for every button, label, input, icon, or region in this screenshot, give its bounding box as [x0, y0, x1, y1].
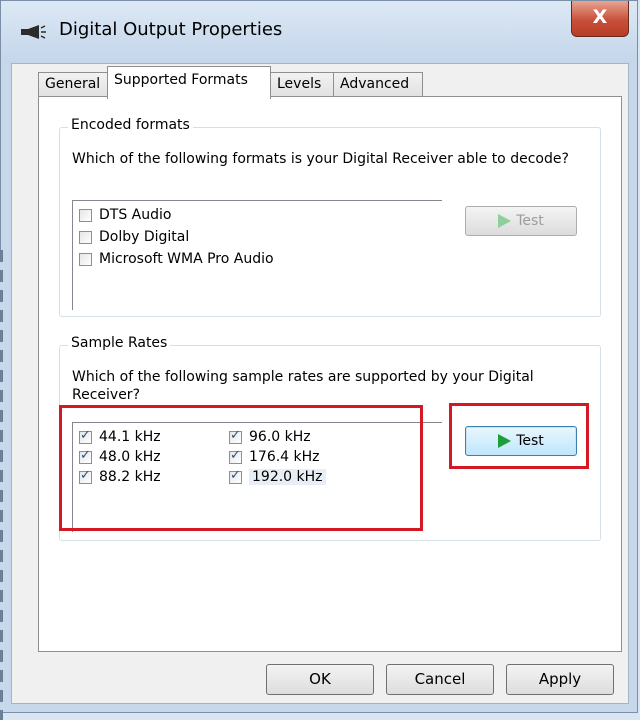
properties-dialog: Digital Output Properties X General Supp…	[0, 0, 638, 713]
sample-rates-list: 44.1 kHz 48.0 kHz 88.2 kHz 96.0 kHz	[72, 422, 442, 532]
checkbox[interactable]	[79, 208, 92, 222]
checkbox-checked[interactable]	[229, 428, 242, 444]
rate-96-0[interactable]: 96.0 kHz	[229, 427, 311, 447]
format-item-wma-pro[interactable]: Microsoft WMA Pro Audio	[79, 249, 274, 269]
play-icon	[498, 214, 512, 228]
tab-supported-formats[interactable]: Supported Formats	[107, 66, 271, 99]
checkbox-checked[interactable]	[79, 468, 92, 484]
encoded-formats-description: Which of the following formats is your D…	[72, 151, 569, 167]
format-item-dts[interactable]: DTS Audio	[79, 205, 171, 225]
play-icon	[498, 434, 512, 448]
supported-formats-page: Encoded formats Which of the following f…	[38, 96, 622, 652]
sample-rates-test-button[interactable]: Test	[465, 426, 577, 456]
window-title: Digital Output Properties	[59, 19, 283, 40]
rate-192-0[interactable]: 192.0 kHz	[229, 467, 326, 487]
encoded-formats-list: DTS Audio Dolby Digital Microsoft WMA Pr…	[72, 200, 442, 310]
apply-button[interactable]: Apply	[506, 664, 614, 695]
cancel-button[interactable]: Cancel	[386, 664, 494, 695]
window-edge-decoration	[0, 250, 3, 720]
close-button[interactable]: X	[571, 1, 629, 37]
rate-48-0[interactable]: 48.0 kHz	[79, 447, 161, 467]
rate-88-2[interactable]: 88.2 kHz	[79, 467, 161, 487]
sample-rates-group: Sample Rates Which of the following samp…	[59, 335, 601, 541]
checkbox[interactable]	[79, 230, 92, 244]
tab-levels[interactable]: Levels	[270, 72, 334, 97]
checkbox[interactable]	[79, 252, 92, 266]
sample-rates-description: Which of the following sample rates are …	[72, 369, 534, 403]
checkbox-checked[interactable]	[229, 468, 242, 484]
checkbox-checked[interactable]	[79, 428, 92, 444]
encoded-formats-group: Encoded formats Which of the following f…	[59, 117, 601, 317]
checkbox-checked[interactable]	[79, 448, 92, 464]
tab-general[interactable]: General	[38, 72, 108, 97]
title-bar: Digital Output Properties X	[1, 1, 637, 63]
encoded-test-button[interactable]: Test	[465, 206, 577, 236]
encoded-formats-title: Encoded formats	[68, 117, 193, 133]
sample-rates-title: Sample Rates	[68, 335, 171, 351]
rate-176-4[interactable]: 176.4 kHz	[229, 447, 320, 467]
format-item-dolby[interactable]: Dolby Digital	[79, 227, 189, 247]
rate-44-1[interactable]: 44.1 kHz	[79, 427, 161, 447]
checkbox-checked[interactable]	[229, 448, 242, 464]
dialog-body: General Supported Formats Levels Advance…	[11, 63, 629, 704]
speaker-icon	[21, 25, 46, 39]
tab-advanced[interactable]: Advanced	[333, 72, 423, 97]
ok-button[interactable]: OK	[266, 664, 374, 695]
